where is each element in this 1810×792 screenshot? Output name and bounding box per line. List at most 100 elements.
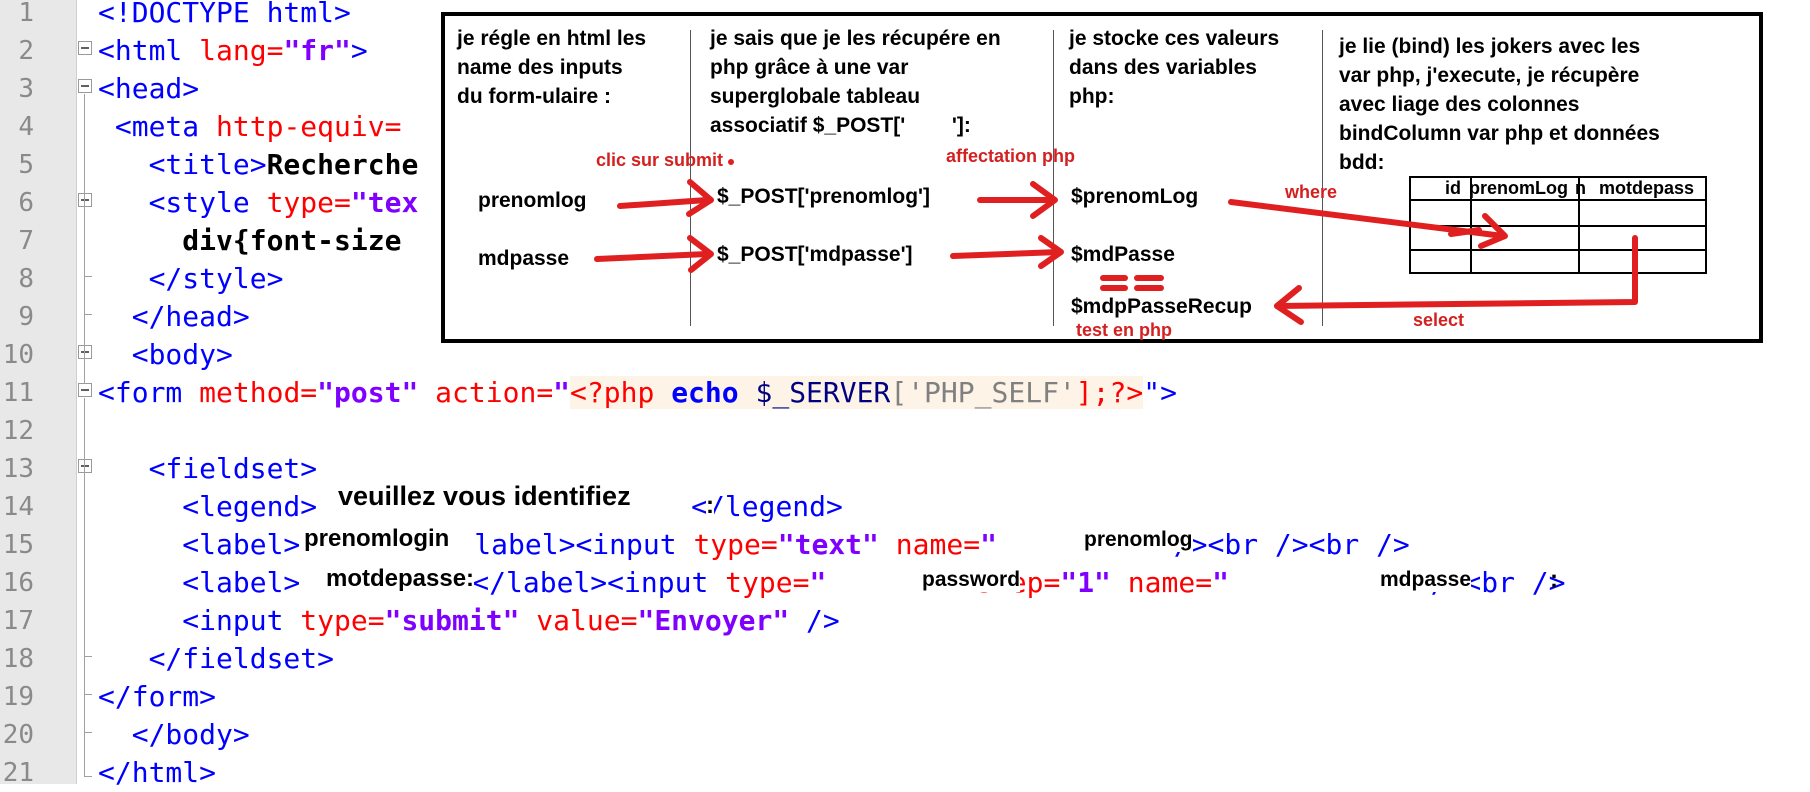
line-number: 11 bbox=[2, 378, 34, 408]
php-string-token: 'PHP_SELF' bbox=[907, 376, 1076, 409]
name2-overlay-colon: : bbox=[1550, 566, 1558, 593]
code-line-6: <style type="tex bbox=[98, 184, 419, 222]
doctype-token: <!DOCTYPE html> bbox=[98, 0, 351, 29]
line-number: 17 bbox=[2, 606, 34, 636]
code-line-7: div{font-size bbox=[98, 222, 401, 260]
code-line-21: </html> bbox=[98, 754, 216, 792]
flow-arrows bbox=[594, 159, 1638, 325]
type2-overlay-text: password bbox=[922, 568, 1021, 592]
tag-token: <form bbox=[98, 376, 183, 409]
tag-token: "> bbox=[1143, 376, 1177, 409]
code-line-4: <meta http-equiv= bbox=[98, 108, 402, 146]
line-number: 3 bbox=[18, 74, 34, 104]
line-number: 20 bbox=[2, 720, 34, 750]
code-line-20: </body> bbox=[98, 716, 250, 754]
attr-token: http-equiv= bbox=[199, 110, 402, 143]
fold-end-marker bbox=[84, 732, 92, 733]
tag-token: <style bbox=[98, 186, 250, 219]
tag-token: <label> bbox=[98, 528, 301, 561]
fold-end-marker bbox=[84, 694, 92, 695]
code-line-17: <input type="submit" value="Envoyer" /> bbox=[98, 602, 840, 640]
line-number: 5 bbox=[18, 150, 34, 180]
fold-toggle-icon[interactable] bbox=[78, 459, 92, 473]
php-keyword-token: echo bbox=[671, 376, 739, 409]
tag-token: <label> bbox=[98, 566, 301, 599]
fold-guide-line bbox=[84, 398, 85, 776]
fold-end-marker bbox=[84, 276, 92, 277]
line-number: 8 bbox=[18, 264, 34, 294]
legend-overlay-colon: : bbox=[706, 492, 714, 520]
arrow-affect-2 bbox=[950, 249, 1062, 259]
code-line-16: <label></label><input type="" step="1" n… bbox=[98, 564, 1565, 602]
fold-toggle-icon[interactable] bbox=[78, 345, 92, 359]
line-number: 4 bbox=[18, 112, 34, 142]
name2-overlay-text: mdpasse bbox=[1380, 568, 1472, 592]
fold-end-marker bbox=[84, 656, 92, 657]
code-line-8: </style> bbox=[98, 260, 284, 298]
attr-token: action= bbox=[418, 376, 554, 409]
string-token: "submit" bbox=[384, 604, 520, 637]
string-token: "1" bbox=[1060, 566, 1111, 599]
attr-token: lang= bbox=[182, 34, 284, 67]
fold-toggle-icon[interactable] bbox=[78, 383, 92, 397]
string-token: "Envoyer" bbox=[637, 604, 790, 637]
attr-token: type= bbox=[249, 186, 351, 219]
tag-token: /><br /><br /> bbox=[1156, 528, 1410, 561]
code-line-15: <label> label><input type="text" name=" /… bbox=[98, 526, 1410, 564]
tag-token: <body> bbox=[98, 338, 233, 371]
label1-overlay-text: prenomlogin bbox=[304, 525, 450, 553]
legend-overlay-text: veuillez vous identifiez bbox=[338, 481, 631, 512]
code-line-10: <body> bbox=[98, 336, 233, 374]
tag-token: <title> bbox=[98, 148, 267, 181]
tag-token: </label><input bbox=[472, 566, 709, 599]
line-number: 12 bbox=[2, 416, 34, 446]
tag-token: </style> bbox=[98, 262, 284, 295]
line-number: 16 bbox=[2, 568, 34, 598]
line-number: 6 bbox=[18, 188, 34, 218]
code-line-3: <head> bbox=[98, 70, 199, 108]
tag-token: label><input bbox=[474, 528, 677, 561]
tag-token: <head> bbox=[98, 72, 200, 105]
tag-token: <fieldset> bbox=[98, 452, 318, 485]
code-line-5: <title>Recherche bbox=[98, 146, 419, 184]
line-number: 1 bbox=[18, 0, 34, 28]
php-variable-token: $_SERVER bbox=[738, 376, 891, 409]
code-line-2: <html lang="fr"> bbox=[98, 32, 368, 70]
attr-token: type= bbox=[283, 604, 385, 637]
line-number-gutter: 1 2 3 4 5 6 7 8 9 10 11 12 13 14 15 16 1… bbox=[0, 0, 77, 788]
line-number: 21 bbox=[2, 758, 34, 788]
attr-token: name= bbox=[878, 528, 981, 561]
line-number: 14 bbox=[2, 492, 34, 522]
tag-token: </body> bbox=[98, 718, 250, 751]
text-token: div{font-size bbox=[98, 224, 402, 257]
tag-token: <input bbox=[98, 604, 284, 637]
fold-end-marker bbox=[84, 776, 92, 777]
attr-token: name= bbox=[1110, 566, 1213, 599]
tag-token: > bbox=[350, 34, 368, 67]
fold-toggle-icon[interactable] bbox=[78, 41, 92, 55]
php-space bbox=[654, 376, 672, 409]
php-bracket-token: [ bbox=[890, 376, 908, 409]
tag-token: </fieldset> bbox=[98, 642, 335, 675]
string-token: " bbox=[980, 528, 997, 561]
fold-guide-line bbox=[84, 94, 85, 384]
fold-toggle-icon[interactable] bbox=[78, 193, 92, 207]
attr-token: value= bbox=[519, 604, 638, 637]
php-flow-diagram: je régle en html les name des inputs du … bbox=[441, 12, 1763, 343]
code-line-1: <!DOCTYPE html> bbox=[98, 0, 351, 32]
code-line-18: </fieldset> bbox=[98, 640, 334, 678]
arrow-select bbox=[1274, 235, 1638, 309]
arrow-submit-2 bbox=[594, 251, 710, 262]
php-close-token: ?> bbox=[1109, 376, 1144, 409]
fold-toggle-icon[interactable] bbox=[78, 79, 92, 93]
string-token: " bbox=[1212, 566, 1229, 599]
string-token: "post" bbox=[317, 376, 419, 409]
string-token: " bbox=[553, 376, 571, 409]
tag-token: /> bbox=[789, 604, 840, 637]
php-bracket-token: ]; bbox=[1075, 376, 1110, 409]
name1-overlay-text: prenomlog bbox=[1084, 528, 1193, 552]
tag-token: </html> bbox=[98, 756, 217, 789]
tag-token: <html bbox=[98, 34, 183, 67]
line-number: 15 bbox=[2, 530, 34, 560]
code-line-13: <fieldset> bbox=[98, 450, 318, 488]
